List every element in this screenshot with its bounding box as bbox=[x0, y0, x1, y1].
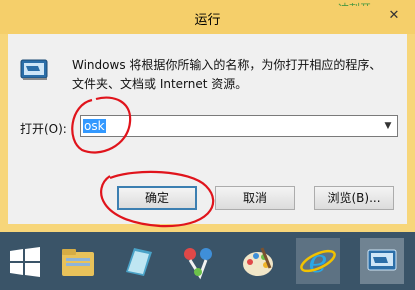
folder-icon bbox=[62, 249, 94, 276]
taskbar-paint[interactable] bbox=[236, 242, 280, 282]
ie-icon: e bbox=[300, 242, 336, 280]
close-button[interactable]: ✕ bbox=[381, 6, 407, 26]
ok-button[interactable]: 确定 bbox=[117, 186, 197, 210]
taskbar-paint-tool[interactable] bbox=[176, 242, 220, 282]
scissors-paint-icon bbox=[184, 248, 212, 280]
open-combobox[interactable]: osk ▼ bbox=[80, 115, 398, 137]
description-line-2: 文件夹、文档或 Internet 资源。 bbox=[72, 77, 248, 91]
run-dialog: 冲刺开 运行 ✕ Windows 将根据你所输入的名称，为你打开相应的程序、 文… bbox=[0, 0, 415, 232]
description-line-1: Windows 将根据你所输入的名称，为你打开相应的程序、 bbox=[72, 58, 382, 72]
notepad-icon bbox=[126, 248, 152, 276]
taskbar-run[interactable] bbox=[360, 238, 404, 284]
chevron-down-icon[interactable]: ▼ bbox=[380, 117, 396, 135]
palette-icon bbox=[243, 247, 273, 276]
open-label: 打开(O): bbox=[20, 122, 67, 136]
background-overlay-text: 冲刺开 bbox=[338, 0, 371, 6]
window-title: 运行 bbox=[194, 13, 221, 28]
run-dialog-icon bbox=[20, 59, 48, 80]
open-input-value[interactable]: osk bbox=[83, 119, 106, 133]
close-icon: ✕ bbox=[388, 8, 400, 23]
taskbar-notepad[interactable] bbox=[116, 242, 160, 282]
browse-button[interactable]: 浏览(B)... bbox=[314, 186, 394, 210]
run-dialog-icon bbox=[367, 249, 397, 271]
title-bar[interactable]: 冲刺开 运行 ✕ bbox=[0, 0, 415, 34]
taskbar-file-explorer[interactable] bbox=[56, 242, 100, 282]
dialog-body: Windows 将根据你所输入的名称，为你打开相应的程序、 文件夹、文档或 In… bbox=[8, 34, 407, 224]
start-button[interactable] bbox=[4, 242, 48, 282]
taskbar: e bbox=[0, 232, 415, 290]
taskbar-internet-explorer[interactable]: e bbox=[296, 238, 340, 284]
windows-logo-icon bbox=[10, 247, 40, 277]
svg-text:e: e bbox=[309, 242, 328, 280]
cancel-button[interactable]: 取消 bbox=[215, 186, 295, 210]
